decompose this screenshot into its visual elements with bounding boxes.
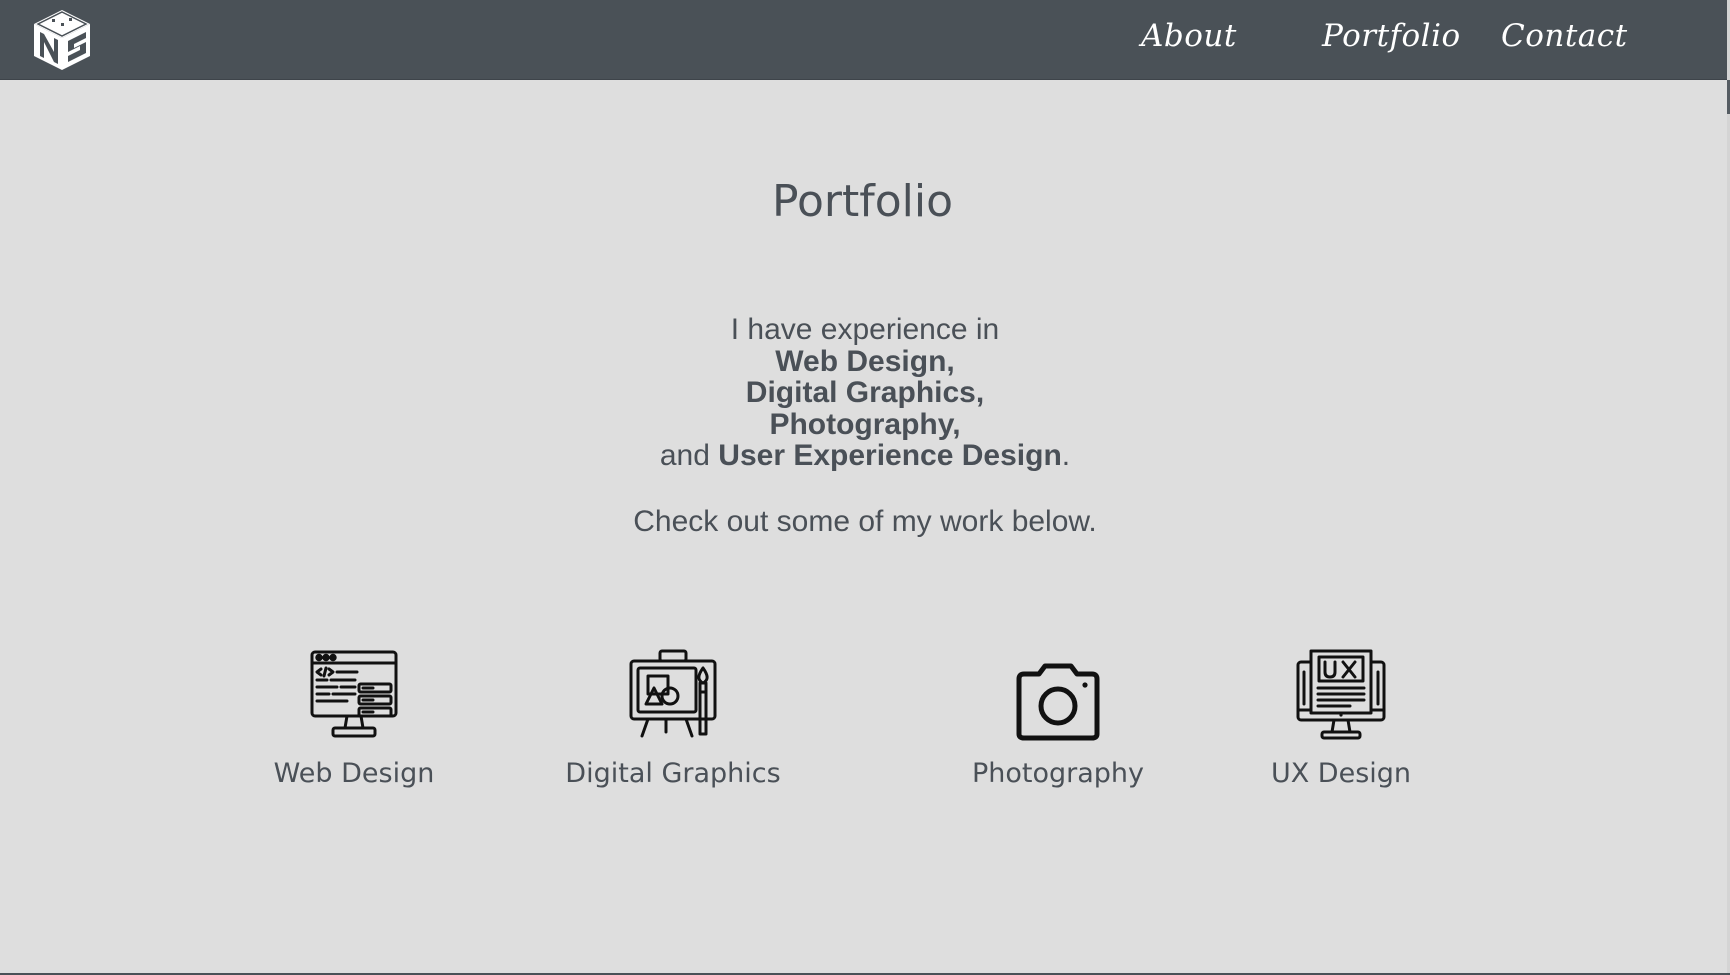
skill-ux-design: User Experience Design — [718, 439, 1062, 472]
intro-and: and — [659, 439, 710, 472]
category-label: Digital Graphics — [565, 758, 781, 789]
nav-contact-link[interactable]: Contact — [1501, 18, 1628, 54]
top-navbar: About Portfolio Contact — [0, 0, 1730, 80]
camera-icon — [1016, 663, 1100, 741]
category-ux-design[interactable]: UX Design — [1238, 648, 1444, 789]
intro-period: . — [1061, 439, 1071, 472]
digital-graphics-easel-icon — [629, 649, 717, 738]
ns-cube-logo-icon[interactable] — [28, 6, 96, 74]
cta-text: Check out some of my work below. — [633, 505, 1097, 538]
intro-prefix: I have experience in — [730, 313, 1000, 346]
page-title: Portfolio — [771, 176, 953, 227]
category-label: UX Design — [1270, 758, 1412, 789]
category-photography[interactable]: Photography — [958, 648, 1158, 789]
intro-text: I have experience in Web Design, Digital… — [0, 314, 1730, 472]
skill-digital-graphics: Digital Graphics, — [745, 376, 985, 409]
category-web-design[interactable]: Web Design — [234, 648, 474, 789]
nav-portfolio-link[interactable]: Portfolio — [1322, 18, 1461, 54]
skill-photography: Photography, — [769, 407, 961, 441]
nav-about-link[interactable]: About — [1141, 18, 1237, 54]
web-design-monitor-icon — [310, 650, 398, 738]
ux-design-monitor-icon — [1296, 649, 1386, 740]
category-digital-graphics[interactable]: Digital Graphics — [543, 648, 803, 789]
category-label: Photography — [971, 758, 1145, 789]
category-label: Web Design — [273, 758, 435, 789]
skill-web-design: Web Design, — [775, 344, 955, 378]
